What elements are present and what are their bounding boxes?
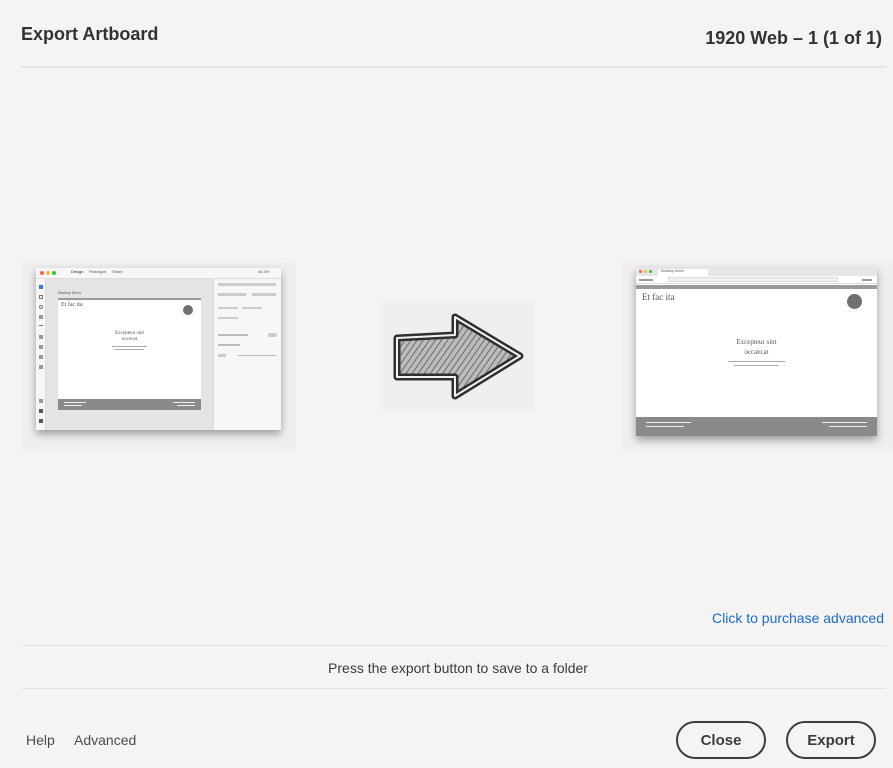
header-divider	[21, 66, 886, 68]
maximize-dot-icon	[649, 270, 652, 273]
avatar	[847, 294, 862, 309]
divider	[22, 688, 886, 689]
page-top-bar	[636, 285, 877, 289]
xd-window: Design Prototype Share 46.3% Desktop Dem…	[36, 268, 281, 430]
xd-artboard-footer	[58, 399, 201, 410]
close-dot-icon	[40, 271, 44, 275]
result-footer	[636, 417, 877, 436]
xd-artboard: Et fac ita Excepteur sint occecat	[58, 298, 201, 410]
divider	[22, 645, 886, 646]
export-button[interactable]: Export	[786, 721, 876, 759]
result-preview-thumbnail: Desktop Demo Et fac ita Excepteur sint o…	[622, 263, 893, 449]
result-heading: Et fac ita	[642, 292, 675, 302]
result-center-title-2: occaecat	[744, 348, 769, 356]
result-center-title-1: Excepteur sint	[736, 338, 777, 346]
browser-tabbar: Desktop Demo	[636, 268, 877, 276]
purchase-advanced-link[interactable]: Click to purchase advanced	[712, 610, 884, 626]
xd-center-title-2: occecat	[122, 337, 137, 342]
close-dot-icon	[639, 270, 642, 273]
browser-window: Desktop Demo Et fac ita Excepteur sint o…	[636, 268, 877, 436]
right-arrow-icon	[383, 301, 534, 410]
advanced-link[interactable]: Advanced	[74, 732, 136, 748]
xd-titlebar: Design Prototype Share 46.3%	[36, 268, 281, 279]
avatar	[183, 305, 193, 315]
xd-toolbar	[36, 279, 46, 430]
xd-artboard-heading: Et fac ita	[61, 302, 83, 308]
artboard-name: 1920 Web – 1 (1 of 1)	[705, 28, 882, 48]
help-link[interactable]: Help	[26, 732, 55, 748]
browser-addressbar	[636, 276, 877, 284]
xd-tab-design: Design	[71, 269, 84, 274]
close-button[interactable]: Close	[676, 721, 766, 759]
source-preview-thumbnail: Design Prototype Share 46.3% Desktop Dem…	[22, 263, 296, 449]
xd-property-panel	[213, 279, 281, 430]
status-message: Press the export button to save to a fol…	[328, 660, 588, 676]
minimize-dot-icon	[46, 271, 50, 275]
maximize-dot-icon	[52, 271, 56, 275]
xd-tab-prototype: Prototype	[89, 269, 107, 274]
xd-tab-share: Share	[112, 269, 123, 274]
xd-zoom-value: 46.3%	[258, 269, 270, 274]
xd-center-title-1: Excepteur sint	[115, 331, 144, 336]
browser-tab-title: Desktop Demo	[661, 269, 685, 273]
xd-artboard-label: Desktop Demo	[58, 291, 82, 295]
minimize-dot-icon	[644, 270, 647, 273]
dialog-title: Export Artboard	[21, 24, 159, 44]
